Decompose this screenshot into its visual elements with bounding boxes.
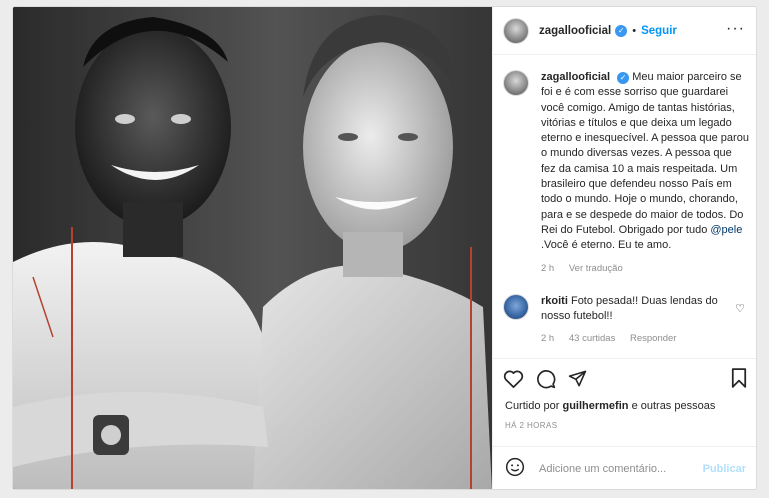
caption-avatar[interactable] [503, 70, 529, 96]
reply-button[interactable]: Responder [630, 333, 676, 344]
commenter-avatar[interactable] [503, 293, 529, 320]
caption-body: zagallooficial ✓ Meu maior parceiro se f… [541, 70, 749, 276]
comments-section[interactable]: zagallooficial ✓ Meu maior parceiro se f… [493, 56, 756, 358]
post-photo[interactable] [13, 7, 492, 489]
likes-user-link[interactable]: guilhermefin [562, 400, 628, 412]
post-side-panel: zagallooficial ✓ • Seguir ··· zagalloofi… [492, 7, 756, 489]
more-horizontal-icon[interactable]: ··· [726, 21, 745, 37]
caption-text: Meu maior parceiro se foi e é com esse s… [541, 71, 749, 236]
share-send-icon[interactable] [568, 369, 587, 388]
action-bar [493, 358, 756, 398]
publish-button[interactable]: Publicar [703, 463, 746, 475]
likes-summary: Curtido por guilhermefin e outras pessoa… [505, 400, 715, 412]
comment-meta: 2 h 43 curtidas Responder [541, 331, 729, 346]
caption: zagallooficial ✓ Meu maior parceiro se f… [503, 70, 749, 276]
comment-bubble-icon[interactable] [536, 369, 556, 389]
author-avatar[interactable] [503, 17, 529, 44]
comment-age: 2 h [541, 332, 555, 344]
add-comment-bar: Publicar [493, 446, 756, 489]
author-username[interactable]: zagallooficial [539, 25, 611, 37]
verified-badge-icon: ✓ [615, 24, 628, 37]
post-dialog: zagallooficial ✓ • Seguir ··· zagalloofi… [12, 6, 757, 490]
comment-input[interactable] [539, 463, 699, 475]
emoji-icon[interactable] [505, 457, 525, 482]
like-heart-icon[interactable] [503, 369, 524, 388]
likes-prefix: Curtido por [505, 400, 560, 412]
comment-like-heart-icon[interactable]: ♡ [735, 302, 745, 315]
translate-link[interactable]: Ver tradução [569, 263, 623, 274]
likes-suffix[interactable]: e outras pessoas [632, 400, 716, 412]
commenter-username[interactable]: rkoiti [541, 295, 568, 307]
page-background: zagallooficial ✓ • Seguir ··· zagalloofi… [0, 0, 769, 498]
comment-likes[interactable]: 43 curtidas [569, 333, 615, 344]
caption-username[interactable]: zagallooficial [541, 71, 610, 83]
header-separator: • [632, 24, 637, 37]
comment-item: rkoiti Foto pesada!! Duas lendas do noss… [503, 293, 749, 346]
comment-text: Foto pesada!! Duas lendas do nosso futeb… [541, 294, 718, 322]
caption-meta: 2 h Ver tradução [541, 261, 749, 276]
mention-link[interactable]: @pele [710, 224, 742, 236]
follow-button[interactable]: Seguir [641, 25, 677, 37]
caption-text-end: .Você é eterno. Eu te amo. [541, 239, 672, 252]
photo-image [13, 7, 492, 489]
comment-body: rkoiti Foto pesada!! Duas lendas do noss… [541, 294, 729, 346]
post-timestamp[interactable]: HÁ 2 HORAS [505, 421, 557, 430]
post-header: zagallooficial ✓ • Seguir ··· [493, 7, 756, 55]
caption-verified-icon: ✓ [617, 71, 630, 84]
caption-age: 2 h [541, 262, 555, 274]
save-bookmark-icon[interactable] [731, 368, 747, 393]
